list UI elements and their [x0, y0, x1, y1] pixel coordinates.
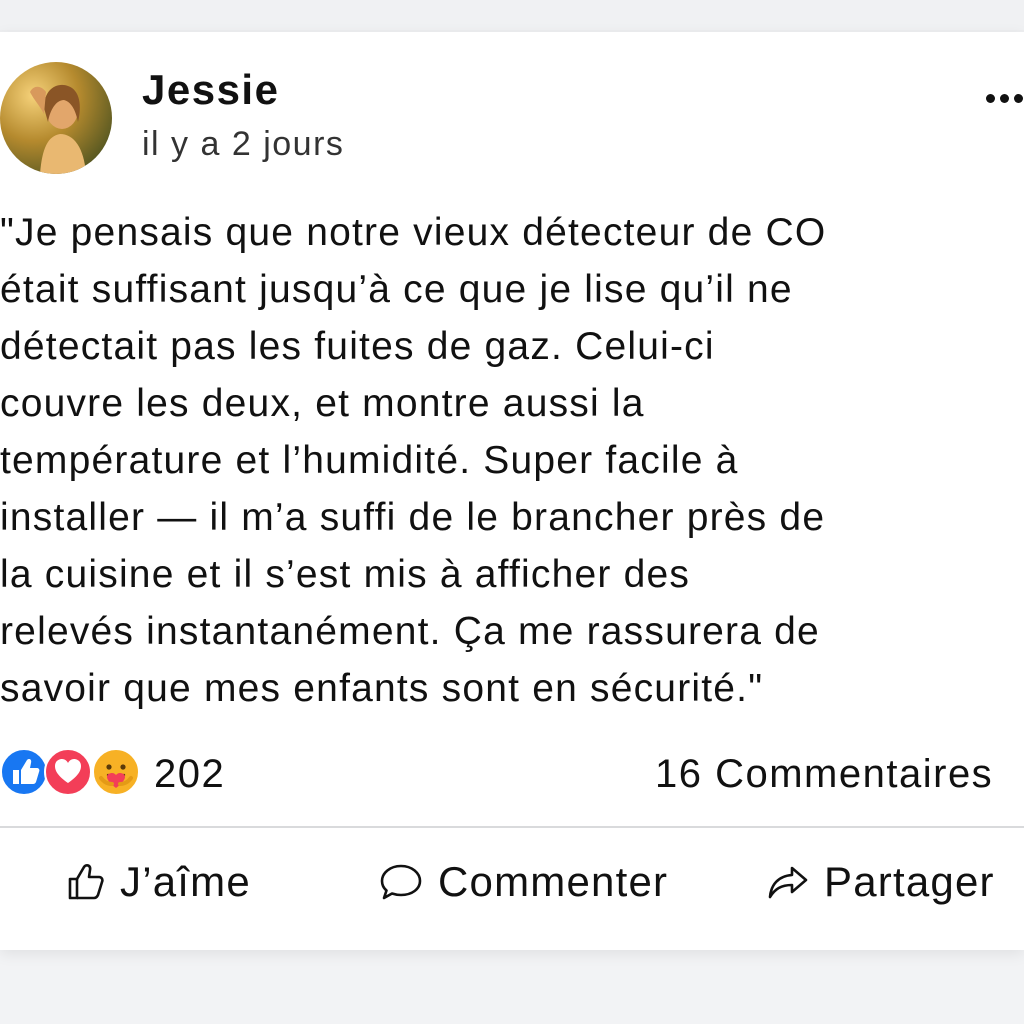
comments-count-link[interactable]: 16 Commentaires	[655, 752, 993, 797]
thumbs-up-icon	[68, 864, 104, 900]
post-card: Jessie il y a 2 jours "Je pensais que no…	[0, 32, 1024, 950]
share-arrow-icon	[768, 866, 808, 899]
more-options-button[interactable]	[980, 80, 1024, 116]
divider	[0, 826, 1024, 828]
avatar-photo	[0, 62, 112, 174]
post-timestamp[interactable]: il y a 2 jours	[142, 125, 344, 164]
more-dot-icon	[1014, 94, 1023, 103]
post-text: "Je pensais que notre vieux détecteur de…	[0, 211, 827, 710]
reactions-count: 202	[154, 752, 226, 796]
more-dot-icon	[1000, 94, 1009, 103]
author-name[interactable]: Jessie	[142, 66, 279, 114]
like-button[interactable]: J’aîme	[66, 854, 251, 910]
avatar[interactable]	[0, 62, 112, 174]
comment-bubble-icon	[380, 864, 422, 900]
love-reaction-icon	[44, 748, 92, 796]
share-label: Partager	[824, 858, 995, 905]
comment-label: Commenter	[438, 858, 669, 905]
like-label: J’aîme	[120, 858, 251, 905]
more-dot-icon	[986, 94, 995, 103]
comment-button[interactable]: Commenter	[378, 854, 668, 910]
share-button[interactable]: Partager	[766, 854, 995, 910]
page: Jessie il y a 2 jours "Je pensais que no…	[0, 0, 1024, 1024]
care-reaction-icon	[92, 748, 140, 796]
like-reaction-icon	[0, 748, 48, 796]
